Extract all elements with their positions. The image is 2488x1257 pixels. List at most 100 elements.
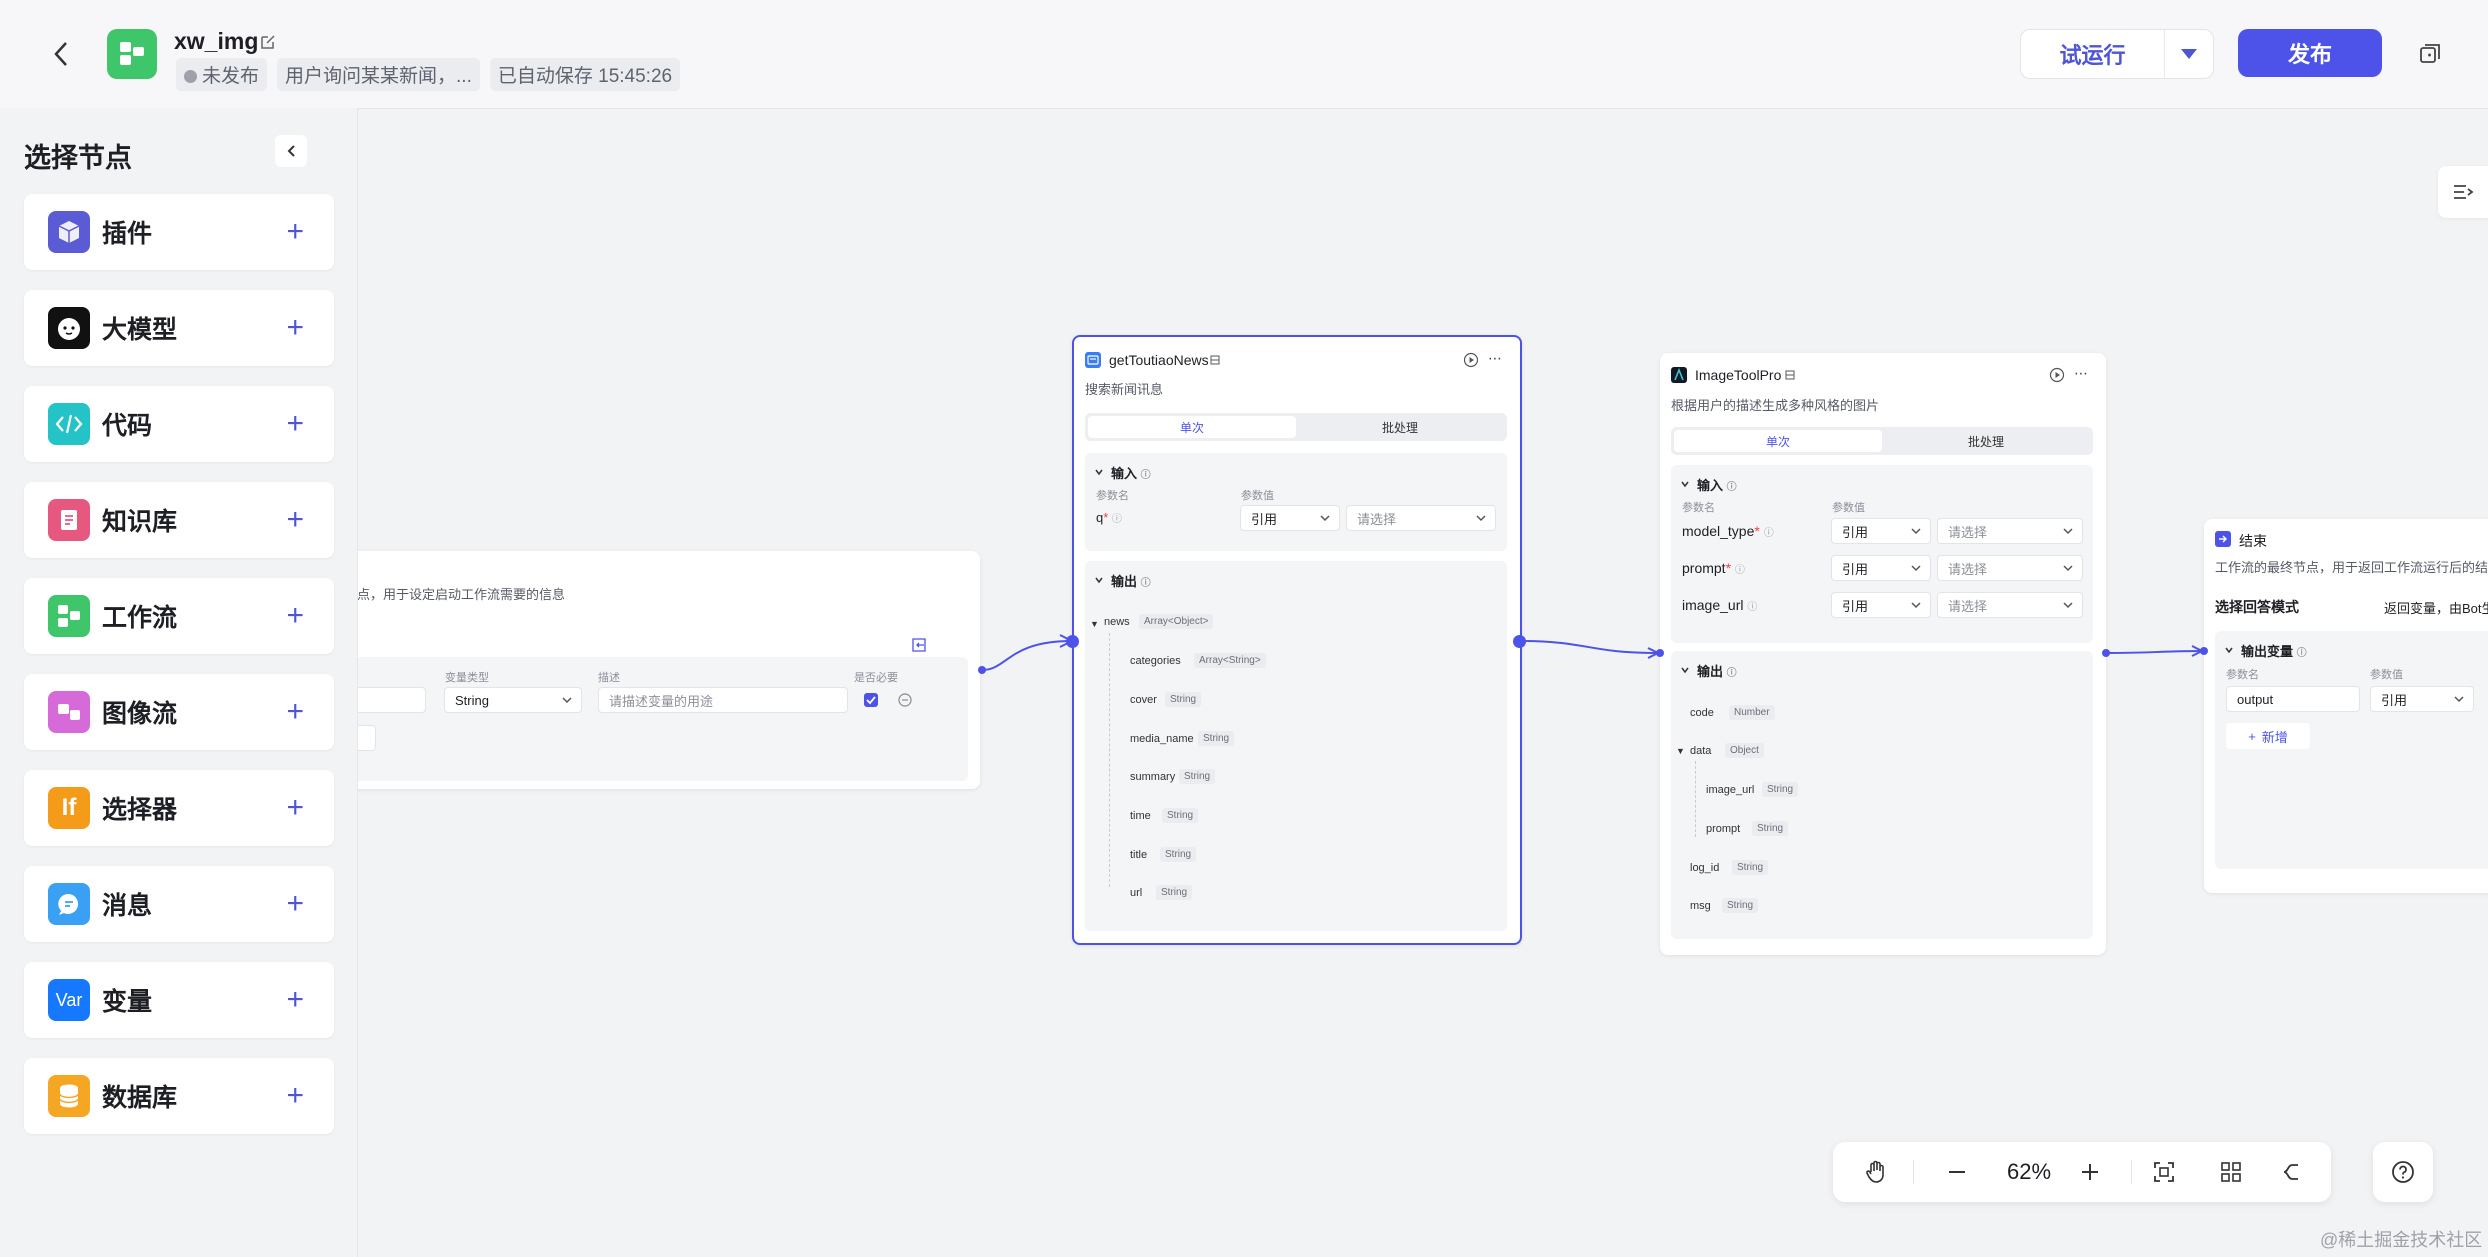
add-node-icon[interactable]: + [286,601,304,631]
zoom-out-button[interactable] [1932,1142,1982,1202]
sidebar-item-imageflow[interactable]: 图像流 + [24,674,334,750]
connector-style-button[interactable] [2266,1142,2316,1202]
sidebar-item-selector[interactable]: If 选择器 + [24,770,334,846]
tab-batch[interactable]: 批处理 [1296,416,1504,438]
chevron-down-icon[interactable] [2224,645,2234,655]
help-button[interactable] [2373,1142,2433,1202]
input-section-title: 输入 ⓘ [1697,478,1737,493]
add-node-icon[interactable]: + [286,217,304,247]
output-name-input[interactable]: output [2226,686,2360,712]
more-icon[interactable]: ⋯ [1488,350,1502,367]
side-panel-toggle[interactable] [2438,166,2488,218]
sidebar-item-database[interactable]: 数据库 + [24,1058,334,1134]
chevron-down-icon[interactable] [1680,665,1690,675]
chevron-down-icon[interactable] [1680,479,1690,489]
chevron-down-icon [1911,565,1921,572]
import-icon[interactable] [911,637,927,653]
ref-type-select[interactable]: 引用 [1831,555,1931,581]
add-node-icon[interactable]: + [286,313,304,343]
sidebar-item-llm[interactable]: 大模型 + [24,290,334,366]
ref-value-select[interactable]: 请选择 [1937,555,2083,581]
image-node[interactable]: ImageToolPro ⋯ 根据用户的描述生成多种风格的图片 单次 批处理 输… [1660,353,2106,955]
chevron-down-icon [1476,515,1486,522]
info-icon: ⓘ [1726,668,1737,679]
end-input-port[interactable] [2200,647,2208,655]
image-output-panel: 输出 ⓘ code Number ▼ data Object image_url… [1671,651,2093,939]
workflow-canvas[interactable]: 节点，用于设定启动工作流需要的信息 变量类型 描述 是否必要 s String … [358,109,2488,1257]
ref-type-select[interactable]: 引用 [1831,592,1931,618]
zoom-in-button[interactable] [2065,1142,2115,1202]
add-node-icon[interactable]: + [286,793,304,823]
sidebar-item-workflow[interactable]: 工作流 + [24,578,334,654]
add-node-icon[interactable]: + [286,889,304,919]
output-type: Array<String> [1194,653,1266,668]
caret-down-icon[interactable]: ▼ [1090,619,1099,629]
output-type: String [1752,821,1789,836]
fit-view-button[interactable] [2139,1142,2189,1202]
sidebar-item-knowledge[interactable]: 知识库 + [24,482,334,558]
ref-value-select[interactable]: 请选择 [1346,505,1496,531]
tab-batch[interactable]: 批处理 [1882,430,2090,452]
sidebar-item-plugin[interactable]: 插件 + [24,194,334,270]
add-param-button[interactable] [358,725,376,751]
add-node-icon[interactable]: + [286,505,304,535]
trial-run-button[interactable]: 试运行 [2021,30,2164,78]
output-name: code [1690,707,1714,719]
start-params-panel: 变量类型 描述 是否必要 s String 请描述变量的用途 [358,657,968,781]
add-node-icon[interactable]: + [286,697,304,727]
image-input-port[interactable] [1656,649,1664,657]
ref-type-select[interactable]: 引用 [1240,505,1340,531]
trial-run-dropdown[interactable] [2164,30,2213,78]
info-icon: ⓘ [1140,578,1151,589]
output-name: time [1130,810,1151,822]
ref-value-select[interactable]: 请选择 [1937,518,2083,544]
news-plugin-icon [1085,352,1101,368]
news-input-port[interactable] [1066,635,1079,648]
output-name: prompt [1706,823,1741,835]
remove-param-icon[interactable] [898,693,912,707]
zoom-level[interactable]: 62% [1989,1142,2069,1202]
add-node-icon[interactable]: + [286,1081,304,1111]
publish-button[interactable]: 发布 [2238,29,2382,77]
copy-icon[interactable] [1209,354,1221,366]
sidebar-item-message[interactable]: 消息 + [24,866,334,942]
param-desc-input[interactable]: 请描述变量的用途 [598,687,848,713]
pan-tool-button[interactable] [1851,1142,1901,1202]
window-toggle-button[interactable] [2410,34,2450,74]
end-node[interactable]: 结束 工作流的最终节点，用于返回工作流运行后的结果 选择回答模式 返回变量，由B… [2204,519,2488,893]
add-node-icon[interactable]: + [286,985,304,1015]
ref-type-select[interactable]: 引用 [2370,686,2474,712]
info-icon: ⓘ [1763,528,1774,539]
answer-mode-select[interactable]: 返回变量，由Bot生成 [2384,598,2488,617]
more-icon[interactable]: ⋯ [2074,365,2088,382]
sidebar-collapse-button[interactable] [275,135,307,167]
run-node-icon[interactable] [1463,352,1479,368]
start-node[interactable]: 节点，用于设定启动工作流需要的信息 变量类型 描述 是否必要 s String … [358,551,980,789]
add-node-icon[interactable]: + [286,409,304,439]
ref-type-select[interactable]: 引用 [1831,518,1931,544]
edit-icon[interactable] [259,33,277,51]
back-button[interactable] [46,36,76,72]
param-name-input[interactable]: s [358,687,426,713]
ref-value-select[interactable]: 请选择 [1937,592,2083,618]
tab-single[interactable]: 单次 [1088,416,1296,438]
copy-icon[interactable] [1784,369,1796,381]
sidebar-item-code[interactable]: 代码 + [24,386,334,462]
news-node[interactable]: getToutiaoNews ⋯ 搜索新闻讯息 单次 批处理 输入 ⓘ 参数名 … [1072,335,1522,945]
sidebar-item-variable[interactable]: Var 变量 + [24,962,334,1038]
news-output-port[interactable] [1513,635,1526,648]
image-output-port[interactable] [2102,649,2110,657]
add-output-button[interactable]: + 新增 [2226,723,2310,749]
status-badge: 未发布 [176,58,268,91]
param-type-select[interactable]: String [444,687,582,713]
caret-down-icon[interactable]: ▼ [1676,746,1685,756]
run-node-icon[interactable] [2049,367,2065,383]
info-icon: ⓘ [1734,565,1745,576]
start-output-port[interactable] [978,666,986,674]
tab-single[interactable]: 单次 [1674,430,1882,452]
chevron-down-icon[interactable] [1094,467,1104,477]
chevron-down-icon[interactable] [1094,575,1104,585]
required-checkbox[interactable] [864,693,878,707]
layout-button[interactable] [2206,1142,2256,1202]
output-type: String [1198,731,1235,746]
